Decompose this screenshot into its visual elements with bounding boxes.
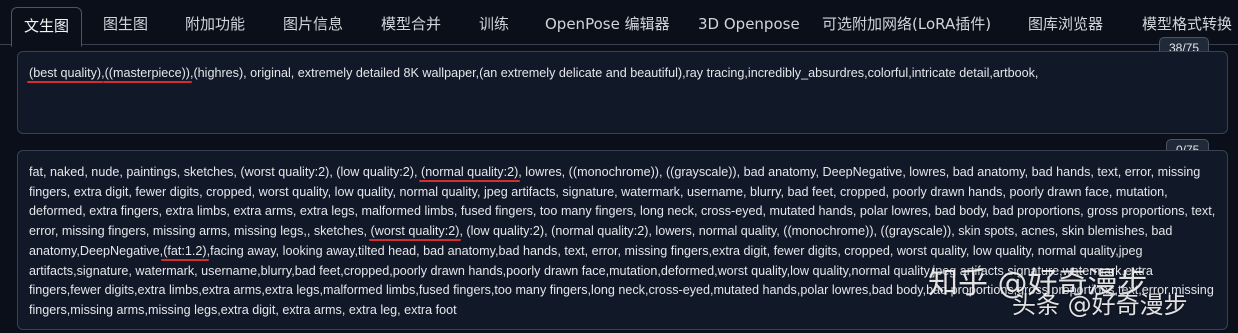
tab-extras[interactable]: 附加功能	[185, 0, 245, 44]
tab-img2img[interactable]: 图生图	[103, 0, 148, 44]
prompt-segment-underlined: (worst quality:2)	[370, 224, 460, 239]
prompt-segment: ,(highres), original, extremely detailed…	[189, 66, 1039, 80]
watermark-toutiao: 头条 @好奇漫步	[1012, 291, 1188, 319]
positive-prompt-input[interactable]: (best quality),((masterpiece)),(highres)…	[17, 51, 1228, 134]
tab-bar: 文生图 图生图 附加功能 图片信息 模型合并 训练 OpenPose 编辑器 3…	[0, 0, 1238, 47]
prompt-segment-underlined: ((masterpiece))	[104, 66, 190, 80]
prompt-segment-underlined: (best quality)	[29, 66, 102, 80]
positive-prompt-text[interactable]: (best quality),((masterpiece)),(highres)…	[29, 66, 1038, 80]
tab-txt2img[interactable]: 文生图	[11, 7, 83, 47]
tab-3d-openpose[interactable]: 3D Openpose	[698, 0, 800, 44]
prompt-segment: fat, naked, nude, paintings, sketches, (…	[29, 165, 421, 179]
tab-openpose-editor[interactable]: OpenPose 编辑器	[545, 0, 670, 44]
tab-additional-networks[interactable]: 可选附加网络(LoRA插件)	[822, 0, 991, 44]
prompt-segment-underlined: (fat:1.2)	[163, 243, 207, 258]
tab-image-browser[interactable]: 图库浏览器	[1028, 0, 1103, 44]
prompt-segment-underlined: (normal quality:2)	[421, 165, 519, 179]
tab-train[interactable]: 训练	[479, 0, 509, 44]
tab-checkpoint-merger[interactable]: 模型合并	[381, 0, 441, 44]
tab-png-info[interactable]: 图片信息	[283, 0, 343, 44]
